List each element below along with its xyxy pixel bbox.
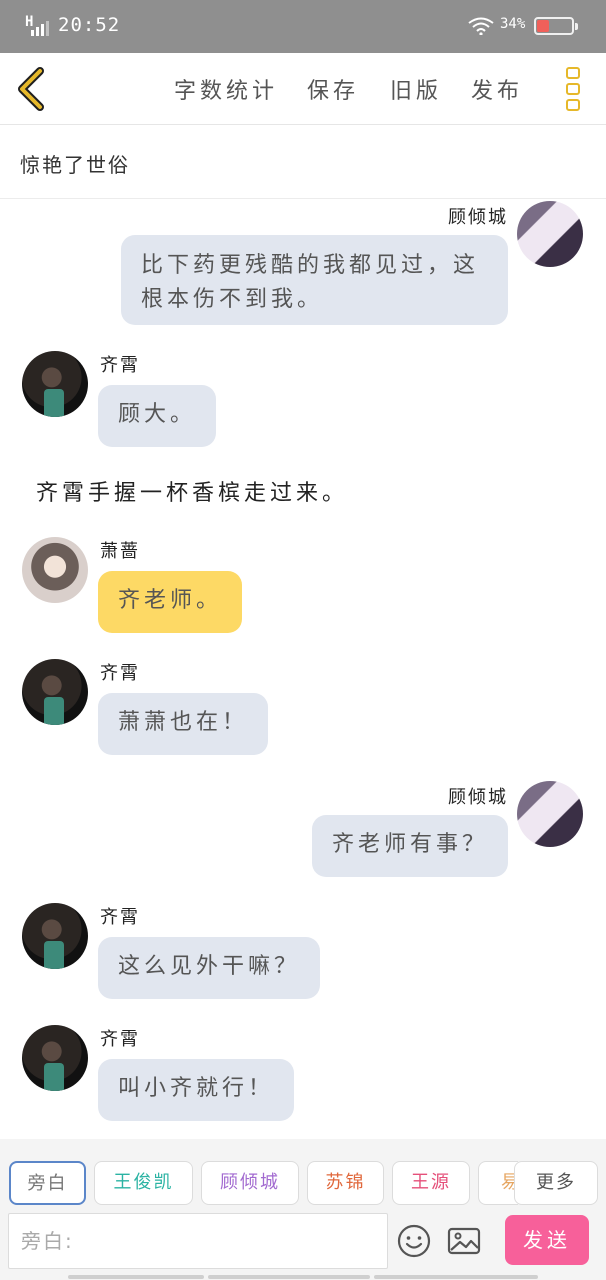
- more-menu-icon[interactable]: [560, 65, 586, 113]
- character-chip[interactable]: 王源: [392, 1161, 470, 1205]
- avatar-qi-xiao[interactable]: [22, 659, 88, 725]
- signal-icon: H: [25, 14, 49, 36]
- character-chip[interactable]: 顾倾城: [201, 1161, 299, 1205]
- character-chip[interactable]: 苏锦: [307, 1161, 384, 1205]
- nav-indicator: [374, 1275, 538, 1279]
- message-bubble[interactable]: 这么见外干嘛？: [98, 937, 321, 999]
- avatar-qi-xiao[interactable]: [22, 1025, 88, 1091]
- wifi-icon: [468, 17, 494, 35]
- publish-button[interactable]: 发布: [471, 73, 523, 105]
- avatar-gu-qingcheng[interactable]: [517, 781, 583, 847]
- send-button[interactable]: 发送: [505, 1215, 589, 1265]
- old-version-button[interactable]: 旧版: [390, 73, 442, 105]
- character-selector: 旁白 王俊凯 顾倾城 苏锦 王源 易 更多: [0, 1139, 606, 1211]
- sender-name: 齐霄: [100, 663, 140, 684]
- sender-name: 齐霄: [100, 355, 140, 376]
- narration-text[interactable]: 齐霄手握一杯香槟走过来。: [36, 475, 348, 507]
- character-chip[interactable]: 易: [478, 1161, 518, 1205]
- battery-percent: 34%: [500, 16, 526, 32]
- sender-name: 顾倾城: [448, 207, 508, 228]
- emoji-icon[interactable]: [396, 1223, 432, 1259]
- message-bubble[interactable]: 齐老师。: [98, 571, 243, 633]
- message-bubble[interactable]: 齐老师有事？: [311, 815, 508, 877]
- sender-name: 齐霄: [100, 1029, 140, 1050]
- avatar-gu-qingcheng[interactable]: [517, 201, 583, 267]
- message-input[interactable]: 旁白:: [8, 1213, 388, 1269]
- sender-name: 齐霄: [100, 907, 140, 928]
- avatar-qi-xiao[interactable]: [22, 351, 88, 417]
- more-characters-button[interactable]: 更多: [514, 1161, 598, 1205]
- avatar-xiao-qiang[interactable]: [22, 537, 88, 603]
- message-bubble[interactable]: 萧萧也在！: [98, 693, 269, 755]
- message-bubble[interactable]: 叫小齐就行！: [98, 1059, 295, 1121]
- network-type: H: [25, 14, 34, 30]
- character-chip-narrator[interactable]: 旁白: [9, 1161, 86, 1205]
- message-bubble[interactable]: 比下药更残酷的我都见过，这根本伤不到我。: [121, 235, 508, 325]
- sender-name: 顾倾城: [448, 787, 508, 808]
- nav-indicator: [68, 1275, 204, 1279]
- message-bubble[interactable]: 顾大。: [98, 385, 217, 447]
- image-icon[interactable]: [446, 1223, 482, 1259]
- back-arrow-icon[interactable]: [12, 65, 56, 113]
- save-button[interactable]: 保存: [307, 73, 359, 105]
- story-title[interactable]: 惊艳了世俗: [20, 149, 130, 178]
- word-count-button[interactable]: 字数统计: [174, 73, 278, 105]
- editor-header: 字数统计 保存 旧版 发布: [0, 53, 606, 125]
- character-chip[interactable]: 王俊凯: [94, 1161, 193, 1205]
- battery-icon: [534, 17, 578, 35]
- status-bar: H 20:52 34%: [0, 0, 606, 53]
- input-bar: 旁白: 发送: [0, 1211, 606, 1280]
- nav-indicator: [208, 1275, 370, 1279]
- story-title-row[interactable]: 惊艳了世俗: [0, 125, 606, 199]
- chat-area: 顾倾城 比下药更残酷的我都见过，这根本伤不到我。 齐霄 顾大。 齐霄手握一杯香槟…: [0, 199, 606, 1139]
- sender-name: 萧蔷: [100, 541, 140, 562]
- status-time: 20:52: [58, 14, 121, 36]
- avatar-qi-xiao[interactable]: [22, 903, 88, 969]
